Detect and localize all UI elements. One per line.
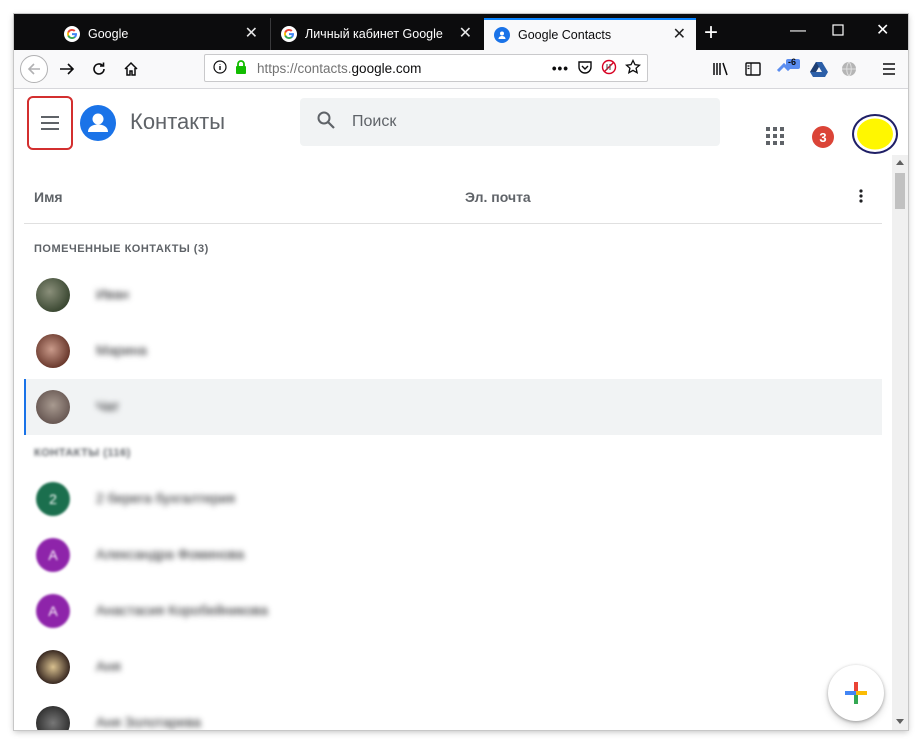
contact-name: Марина [96,342,147,358]
new-tab-icon[interactable]: + [704,21,718,45]
search-input[interactable]: Поиск [352,113,396,131]
tab-close-icon[interactable]: ✕ [245,26,258,42]
scroll-down-icon[interactable] [896,719,904,725]
browser-window: Google ✕ Личный кабинет Google ✕ Google … [14,14,908,730]
account-avatar[interactable] [850,112,898,154]
app-header: Контакты Поиск 3 [14,89,908,155]
back-arrow-icon [27,63,40,75]
tab-google-contacts[interactable]: Google Contacts ✕ [484,18,696,50]
contacts-logo-icon [80,105,116,141]
menu-icon [883,63,895,75]
home-button[interactable] [118,56,144,82]
tab-google[interactable]: Google ✕ [54,18,268,50]
contact-name: Иван [96,286,129,302]
tab-title: Личный кабинет Google [305,27,443,41]
column-header-name[interactable]: Имя [34,189,63,205]
contact-row-selected[interactable]: Чат [24,379,882,435]
contact-row[interactable]: Иван [24,267,882,323]
contact-row[interactable]: Марина [24,323,882,379]
tab-google-account[interactable]: Личный кабинет Google ✕ [270,18,482,50]
url-text: https://contacts.google.com [257,61,421,76]
contact-avatar: 2 [36,482,70,516]
contact-name: Александра Фоминова [96,546,245,562]
google-apps-icon[interactable] [766,127,784,150]
app-title: Контакты [130,109,226,134]
scrollbar-thumb[interactable] [895,173,905,209]
sidebar-icon [745,62,761,76]
page-actions-icon[interactable]: ••• [552,61,569,76]
contact-avatar [36,278,70,312]
contact-avatar [36,390,70,424]
reload-icon [93,62,105,75]
contact-row[interactable]: Аня Золотарева [24,695,882,730]
tab-close-icon[interactable]: ✕ [459,26,472,42]
tab-strip: Google ✕ Личный кабинет Google ✕ Google … [14,14,908,50]
contact-avatar [36,706,70,730]
hamburger-icon [41,116,59,130]
plus-icon [845,682,867,704]
notifications-badge[interactable]: 3 [812,126,834,148]
url-scheme: https://contacts. [257,60,352,76]
scroll-up-icon[interactable] [896,159,904,165]
reload-button[interactable] [86,56,112,82]
contact-name: Аня Золотарева [96,714,201,730]
library-icon [713,62,728,76]
scrollbar[interactable] [892,155,908,730]
home-icon [124,61,138,76]
contact-avatar: А [36,594,70,628]
contact-row[interactable]: Аня [24,639,882,695]
contact-avatar [36,334,70,368]
search-icon[interactable] [316,110,336,135]
contacts-favicon-icon [494,27,510,43]
contact-row[interactable]: 2 2 берега бухгалтерия [24,471,882,527]
tab-title: Google Contacts [518,28,612,42]
contacts-section-label: КОНТАКТЫ (116) [34,447,131,459]
maximize-icon[interactable] [832,23,844,41]
contact-name: Чат [96,398,120,414]
url-host: google.com [351,60,422,76]
main-menu-button[interactable] [27,96,73,150]
column-header-row: Имя Эл. почта [24,155,882,224]
browser-menu-button[interactable] [876,56,902,82]
contact-avatar [36,650,70,684]
drive-icon [810,62,828,77]
contact-avatar: А [36,538,70,572]
starred-section-label: ПОМЕЧЕННЫЕ КОНТАКТЫ (3) [34,243,209,255]
blocked-extension-icon[interactable] [601,59,617,78]
address-bar[interactable]: https://contacts.google.com ••• [204,54,648,82]
lock-icon [235,59,247,77]
forward-button[interactable] [54,56,80,82]
google-favicon-icon [281,26,297,42]
extension-badge: -6 [788,57,797,67]
tab-title: Google [88,27,129,41]
contacts-content: Имя Эл. почта ПОМЕЧЕННЫЕ КОНТАКТЫ (3) Ив… [14,155,908,730]
forward-arrow-icon [60,63,75,75]
library-button[interactable] [708,56,734,82]
google-favicon-icon [64,26,80,42]
info-icon[interactable] [213,59,227,77]
contact-row[interactable]: А Анастасия Коробейникова [24,583,882,639]
navigation-toolbar: https://contacts.google.com ••• -6 [14,50,908,89]
create-contact-button[interactable] [828,665,884,721]
contact-name: Анастасия Коробейникова [96,602,268,618]
contact-row[interactable]: А Александра Фоминова [24,527,882,583]
bookmark-star-icon[interactable] [624,58,642,78]
contact-name: 2 берега бухгалтерия [96,490,236,506]
pocket-icon[interactable] [577,59,593,78]
contact-name: Аня [96,658,121,674]
window-close-icon[interactable]: ✕ [876,22,889,40]
globe-icon [842,61,856,77]
minimize-icon[interactable]: — [790,22,806,40]
drive-extension-button[interactable] [806,56,832,82]
vpn-extension-button[interactable] [836,56,862,82]
more-options-icon[interactable] [859,189,863,208]
translate-extension-button[interactable]: -6 [774,56,804,82]
sidebar-toggle-button[interactable] [740,56,766,82]
back-button[interactable] [20,55,48,83]
column-header-email[interactable]: Эл. почта [465,189,531,205]
tab-close-icon[interactable]: ✕ [673,27,686,43]
search-box[interactable]: Поиск [300,98,720,146]
